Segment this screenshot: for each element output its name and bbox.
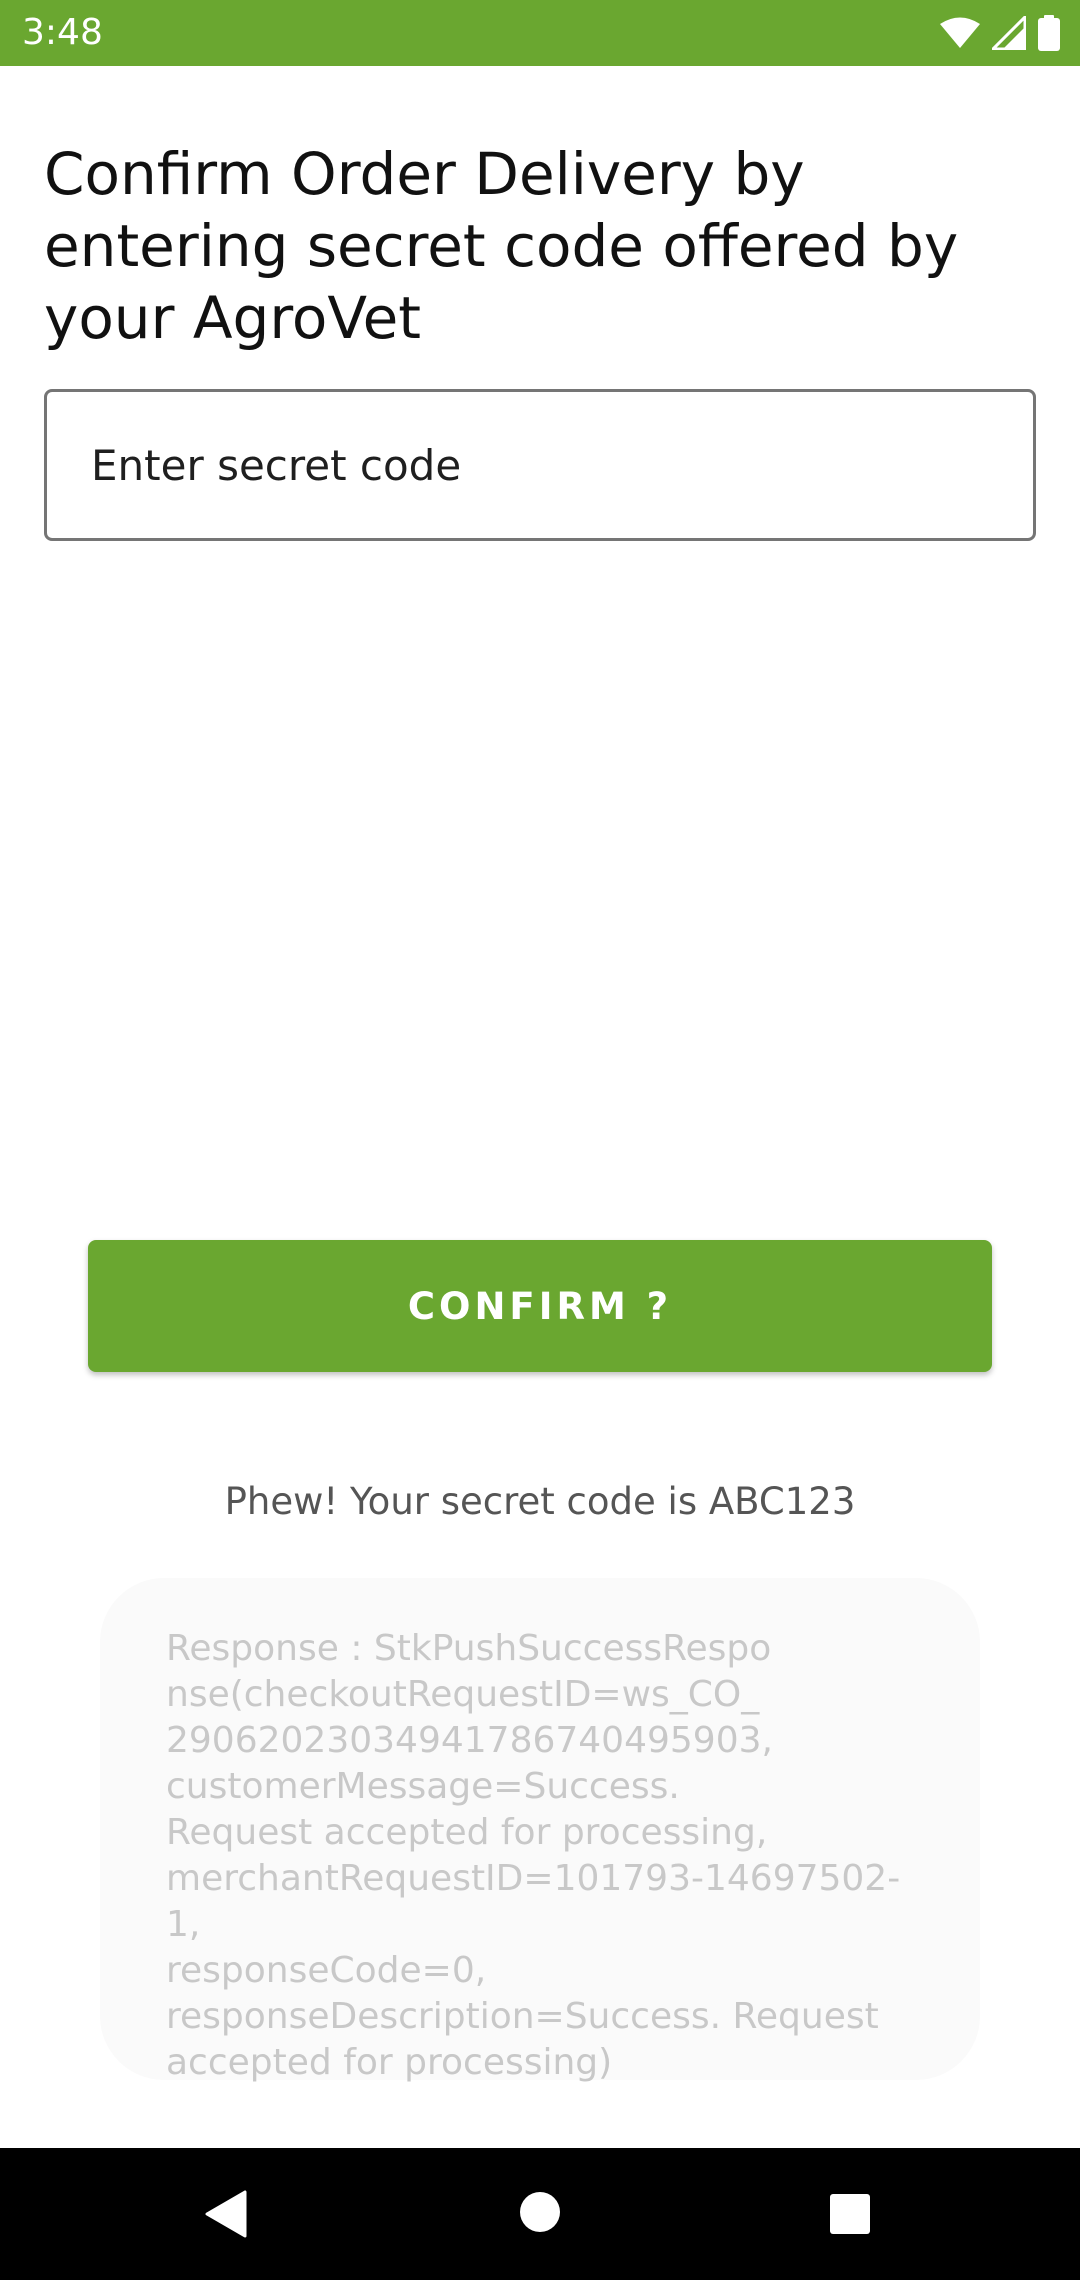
battery-icon — [1038, 15, 1060, 51]
home-icon[interactable] — [518, 2190, 562, 2238]
cellular-signal-icon — [992, 16, 1026, 50]
response-card: Response : StkPushSuccessRespo nse(check… — [100, 1578, 980, 2083]
status-bar: 3:48 — [0, 0, 1080, 66]
recents-icon[interactable] — [828, 2192, 872, 2240]
navigation-bar — [0, 2148, 1080, 2280]
status-icons — [940, 14, 1060, 52]
secret-code-message: Phew! Your secret code is ABC123 — [224, 1480, 856, 1523]
response-text: Response : StkPushSuccessRespo nse(check… — [166, 1628, 901, 2083]
secret-code-field[interactable] — [44, 389, 1036, 541]
page-title: Confirm Order Delivery by entering secre… — [44, 140, 959, 352]
back-icon[interactable] — [205, 2190, 247, 2242]
wifi-icon — [940, 17, 980, 49]
secret-code-input[interactable] — [89, 439, 1033, 491]
status-time: 3:48 — [22, 12, 103, 53]
confirm-button[interactable]: CONFIRM ? — [88, 1240, 992, 1372]
